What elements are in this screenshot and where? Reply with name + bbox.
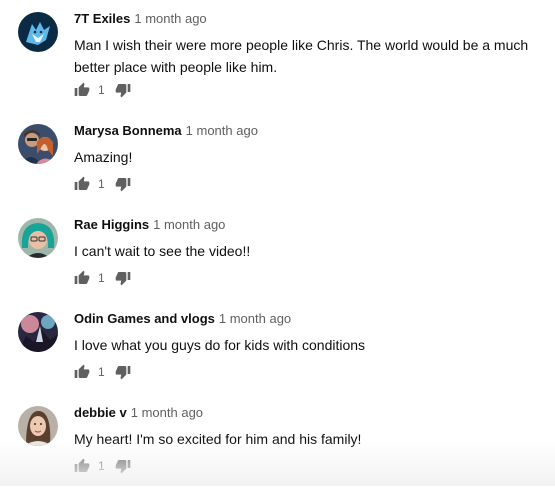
comment-actions: 1 xyxy=(74,456,131,476)
like-count: 1 xyxy=(98,271,105,285)
comment-time[interactable]: 1 month ago xyxy=(219,311,291,326)
wolf-logo-avatar[interactable] xyxy=(18,12,58,52)
thumbs-down-icon[interactable] xyxy=(115,270,131,286)
comment-author[interactable]: Rae Higgins xyxy=(74,217,149,232)
comment-time[interactable]: 1 month ago xyxy=(131,405,203,420)
comment-actions: 1 xyxy=(74,80,131,100)
comment-thread: Marysa Bonnema 1 month ago Amazing! 1 xyxy=(18,122,548,218)
comment-author[interactable]: 7T Exiles xyxy=(74,11,130,26)
comment-time[interactable]: 1 month ago xyxy=(153,217,225,232)
comment-text: My heart! I'm so excited for him and his… xyxy=(74,431,362,447)
thumbs-down-icon[interactable] xyxy=(115,364,131,380)
comment-thread: Rae Higgins 1 month ago I can't wait to s… xyxy=(18,216,548,312)
thumbs-up-icon[interactable] xyxy=(74,82,90,98)
thumbs-up-icon[interactable] xyxy=(74,176,90,192)
comment-author[interactable]: Odin Games and vlogs xyxy=(74,311,215,326)
thumbs-up-icon[interactable] xyxy=(74,270,90,286)
like-count: 1 xyxy=(98,459,105,473)
like-count: 1 xyxy=(98,365,105,379)
comment-author[interactable]: Marysa Bonnema xyxy=(74,123,182,138)
comment-thread: 7T Exiles 1 month ago Man I wish their we… xyxy=(18,10,548,106)
like-count: 1 xyxy=(98,177,105,191)
thumbs-down-icon[interactable] xyxy=(115,458,131,474)
couple-photo-avatar[interactable] xyxy=(18,124,58,164)
comment-time[interactable]: 1 month ago xyxy=(186,123,258,138)
comment-header: debbie v 1 month ago xyxy=(74,404,203,422)
thumbs-up-icon[interactable] xyxy=(74,458,90,474)
comment-author[interactable]: debbie v xyxy=(74,405,127,420)
like-count: 1 xyxy=(98,83,105,97)
woman-photo-avatar[interactable] xyxy=(18,406,58,446)
comment-time[interactable]: 1 month ago xyxy=(134,11,206,26)
comment-text: Amazing! xyxy=(74,149,133,165)
comment-header: Rae Higgins 1 month ago xyxy=(74,216,225,234)
comment-thread: Odin Games and vlogs 1 month ago I love w… xyxy=(18,310,548,406)
comment-header: 7T Exiles 1 month ago xyxy=(74,10,207,28)
thumbs-up-icon[interactable] xyxy=(74,364,90,380)
thumbs-down-icon[interactable] xyxy=(115,82,131,98)
teal-hair-avatar[interactable] xyxy=(18,218,58,258)
comment-text: I love what you guys do for kids with co… xyxy=(74,337,366,353)
comment-actions: 1 xyxy=(74,362,131,382)
comment-actions: 1 xyxy=(74,268,131,288)
comment-text: Man I wish their were more people like C… xyxy=(74,37,529,75)
fantasy-art-avatar[interactable] xyxy=(18,312,58,352)
comment-header: Marysa Bonnema 1 month ago xyxy=(74,122,258,140)
comment-header: Odin Games and vlogs 1 month ago xyxy=(74,310,291,328)
thumbs-down-icon[interactable] xyxy=(115,176,131,192)
comment-actions: 1 xyxy=(74,174,131,194)
comment-text: I can't wait to see the video!! xyxy=(74,243,251,259)
